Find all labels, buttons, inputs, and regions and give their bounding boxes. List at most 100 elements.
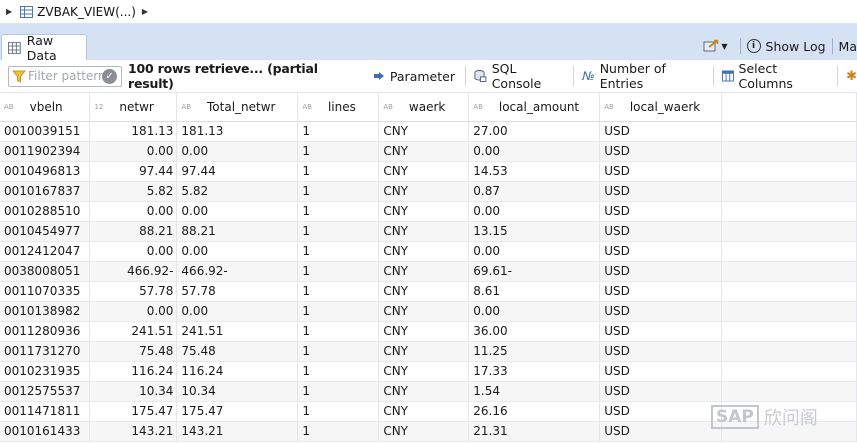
table-row[interactable]: 0010231935 116.24 116.24 1 CNY 17.33 USD (0, 361, 857, 382)
table-cell-total_netwr[interactable]: 75.48 (176, 341, 299, 362)
table-cell-waerk[interactable]: CNY (378, 341, 470, 362)
table-cell-waerk[interactable]: CNY (378, 421, 470, 442)
table-cell-total_netwr[interactable]: 0.00 (176, 201, 299, 222)
table-cell-total_netwr[interactable]: 0.00 (176, 301, 299, 322)
table-cell-total_netwr[interactable]: 10.34 (176, 381, 299, 402)
breadcrumb-view-name[interactable]: ZVBAK_VIEW(...) (37, 5, 136, 19)
table-row[interactable]: 0012575537 10.34 10.34 1 CNY 1.54 USD (0, 381, 857, 402)
table-cell-waerk[interactable]: CNY (378, 161, 470, 182)
table-cell-waerk[interactable]: CNY (378, 261, 470, 282)
breadcrumb-next-icon[interactable]: ▶ (142, 7, 148, 16)
table-cell-total_netwr[interactable]: 0.00 (176, 141, 299, 162)
table-cell-vbeln[interactable]: 0012575537 (0, 381, 91, 402)
table-cell-vbeln[interactable]: 0011070335 (0, 281, 91, 302)
table-cell-waerk[interactable]: CNY (378, 221, 470, 242)
column-header-local_waerk[interactable]: AB local_waerk (599, 93, 723, 122)
export-icon[interactable] (703, 39, 719, 53)
table-cell-netwr[interactable]: 241.51 (89, 321, 178, 342)
table-cell-local_waerk[interactable]: USD (599, 221, 723, 242)
table-cell-lines[interactable]: 1 (297, 401, 380, 422)
table-cell-total_netwr[interactable]: 181.13 (176, 121, 299, 142)
column-header-lines[interactable]: AB lines (297, 93, 380, 122)
table-cell-local_waerk[interactable]: USD (599, 381, 723, 402)
table-row[interactable]: 0010454977 88.21 88.21 1 CNY 13.15 USD (0, 221, 857, 242)
table-cell-local_amount[interactable]: 14.53 (468, 161, 601, 182)
table-cell-waerk[interactable]: CNY (378, 361, 470, 382)
tab-raw-data[interactable]: Raw Data (1, 33, 87, 63)
table-cell-lines[interactable]: 1 (297, 421, 380, 442)
table-cell-total_netwr[interactable]: 97.44 (176, 161, 299, 182)
table-cell-netwr[interactable]: 0.00 (89, 241, 178, 262)
table-cell-local_waerk[interactable]: USD (599, 121, 723, 142)
show-log-button[interactable]: Show Log (766, 39, 826, 54)
table-cell-waerk[interactable]: CNY (378, 381, 470, 402)
table-cell-local_waerk[interactable]: USD (599, 261, 723, 282)
table-cell-total_netwr[interactable]: 5.82 (176, 181, 299, 202)
table-cell-vbeln[interactable]: 0011902394 (0, 141, 91, 162)
table-cell-netwr[interactable]: 143.21 (89, 421, 178, 442)
table-cell-local_waerk[interactable]: USD (599, 181, 723, 202)
table-row[interactable]: 0011280936 241.51 241.51 1 CNY 36.00 USD (0, 321, 857, 342)
table-cell-netwr[interactable]: 466.92- (89, 261, 178, 282)
table-cell-local_amount[interactable]: 26.16 (468, 401, 601, 422)
table-cell-waerk[interactable]: CNY (378, 141, 470, 162)
table-cell-lines[interactable]: 1 (297, 161, 380, 182)
column-header-vbeln[interactable]: AB vbeln (0, 93, 91, 122)
table-cell-lines[interactable]: 1 (297, 381, 380, 402)
table-cell-lines[interactable]: 1 (297, 141, 380, 162)
table-cell-netwr[interactable]: 88.21 (89, 221, 178, 242)
table-cell-vbeln[interactable]: 0010496813 (0, 161, 91, 182)
table-cell-local_waerk[interactable]: USD (599, 321, 723, 342)
table-cell-waerk[interactable]: CNY (378, 301, 470, 322)
table-cell-vbeln[interactable]: 0010138982 (0, 301, 91, 322)
table-cell-total_netwr[interactable]: 116.24 (176, 361, 299, 382)
table-cell-local_waerk[interactable]: USD (599, 361, 723, 382)
table-cell-local_waerk[interactable]: USD (599, 421, 723, 442)
table-cell-netwr[interactable]: 97.44 (89, 161, 178, 182)
table-cell-waerk[interactable]: CNY (378, 241, 470, 262)
filter-pattern-input[interactable] (26, 67, 114, 85)
column-header-waerk[interactable]: AB waerk (378, 93, 470, 122)
table-cell-local_amount[interactable]: 0.00 (468, 201, 601, 222)
table-cell-lines[interactable]: 1 (297, 281, 380, 302)
table-cell-waerk[interactable]: CNY (378, 401, 470, 422)
table-row[interactable]: 0010039151 181.13 181.13 1 CNY 27.00 USD (0, 121, 857, 142)
table-cell-vbeln[interactable]: 0011471811 (0, 401, 91, 422)
table-cell-local_amount[interactable]: 11.25 (468, 341, 601, 362)
table-cell-local_amount[interactable]: 27.00 (468, 121, 601, 142)
chevron-down-icon[interactable]: ▼ (721, 42, 727, 51)
table-cell-waerk[interactable]: CNY (378, 281, 470, 302)
table-cell-waerk[interactable]: CNY (378, 121, 470, 142)
table-cell-local_amount[interactable]: 0.00 (468, 141, 601, 162)
table-cell-local_amount[interactable]: 21.31 (468, 421, 601, 442)
table-cell-total_netwr[interactable]: 241.51 (176, 321, 299, 342)
column-header-local_amount[interactable]: AB local_amount (468, 93, 601, 122)
select-columns-button[interactable]: Select Columns (721, 61, 828, 91)
table-cell-local_waerk[interactable]: USD (599, 301, 723, 322)
more-tools-button[interactable]: Ma (839, 39, 857, 54)
number-of-entries-button[interactable]: № Number of Entries (582, 61, 703, 91)
parameter-button[interactable]: Parameter (373, 69, 455, 84)
table-row[interactable]: 0011731270 75.48 75.48 1 CNY 11.25 USD (0, 341, 857, 362)
table-cell-total_netwr[interactable]: 88.21 (176, 221, 299, 242)
table-row[interactable]: 0011070335 57.78 57.78 1 CNY 8.61 USD (0, 281, 857, 302)
table-cell-netwr[interactable]: 10.34 (89, 381, 178, 402)
table-cell-local_waerk[interactable]: USD (599, 281, 723, 302)
table-cell-lines[interactable]: 1 (297, 361, 380, 382)
table-cell-local_amount[interactable]: 17.33 (468, 361, 601, 382)
table-cell-local_waerk[interactable]: USD (599, 141, 723, 162)
table-cell-vbeln[interactable]: 0010039151 (0, 121, 91, 142)
table-cell-vbeln[interactable]: 0010454977 (0, 221, 91, 242)
table-cell-vbeln[interactable]: 0010167837 (0, 181, 91, 202)
table-cell-lines[interactable]: 1 (297, 341, 380, 362)
clear-icon[interactable]: ✓ (102, 68, 118, 84)
table-cell-vbeln[interactable]: 0038008051 (0, 261, 91, 282)
table-cell-lines[interactable]: 1 (297, 221, 380, 242)
table-cell-vbeln[interactable]: 0011280936 (0, 321, 91, 342)
table-cell-lines[interactable]: 1 (297, 261, 380, 282)
table-cell-vbeln[interactable]: 0010288510 (0, 201, 91, 222)
table-cell-local_amount[interactable]: 8.61 (468, 281, 601, 302)
table-cell-lines[interactable]: 1 (297, 241, 380, 262)
table-cell-lines[interactable]: 1 (297, 121, 380, 142)
table-cell-lines[interactable]: 1 (297, 301, 380, 322)
